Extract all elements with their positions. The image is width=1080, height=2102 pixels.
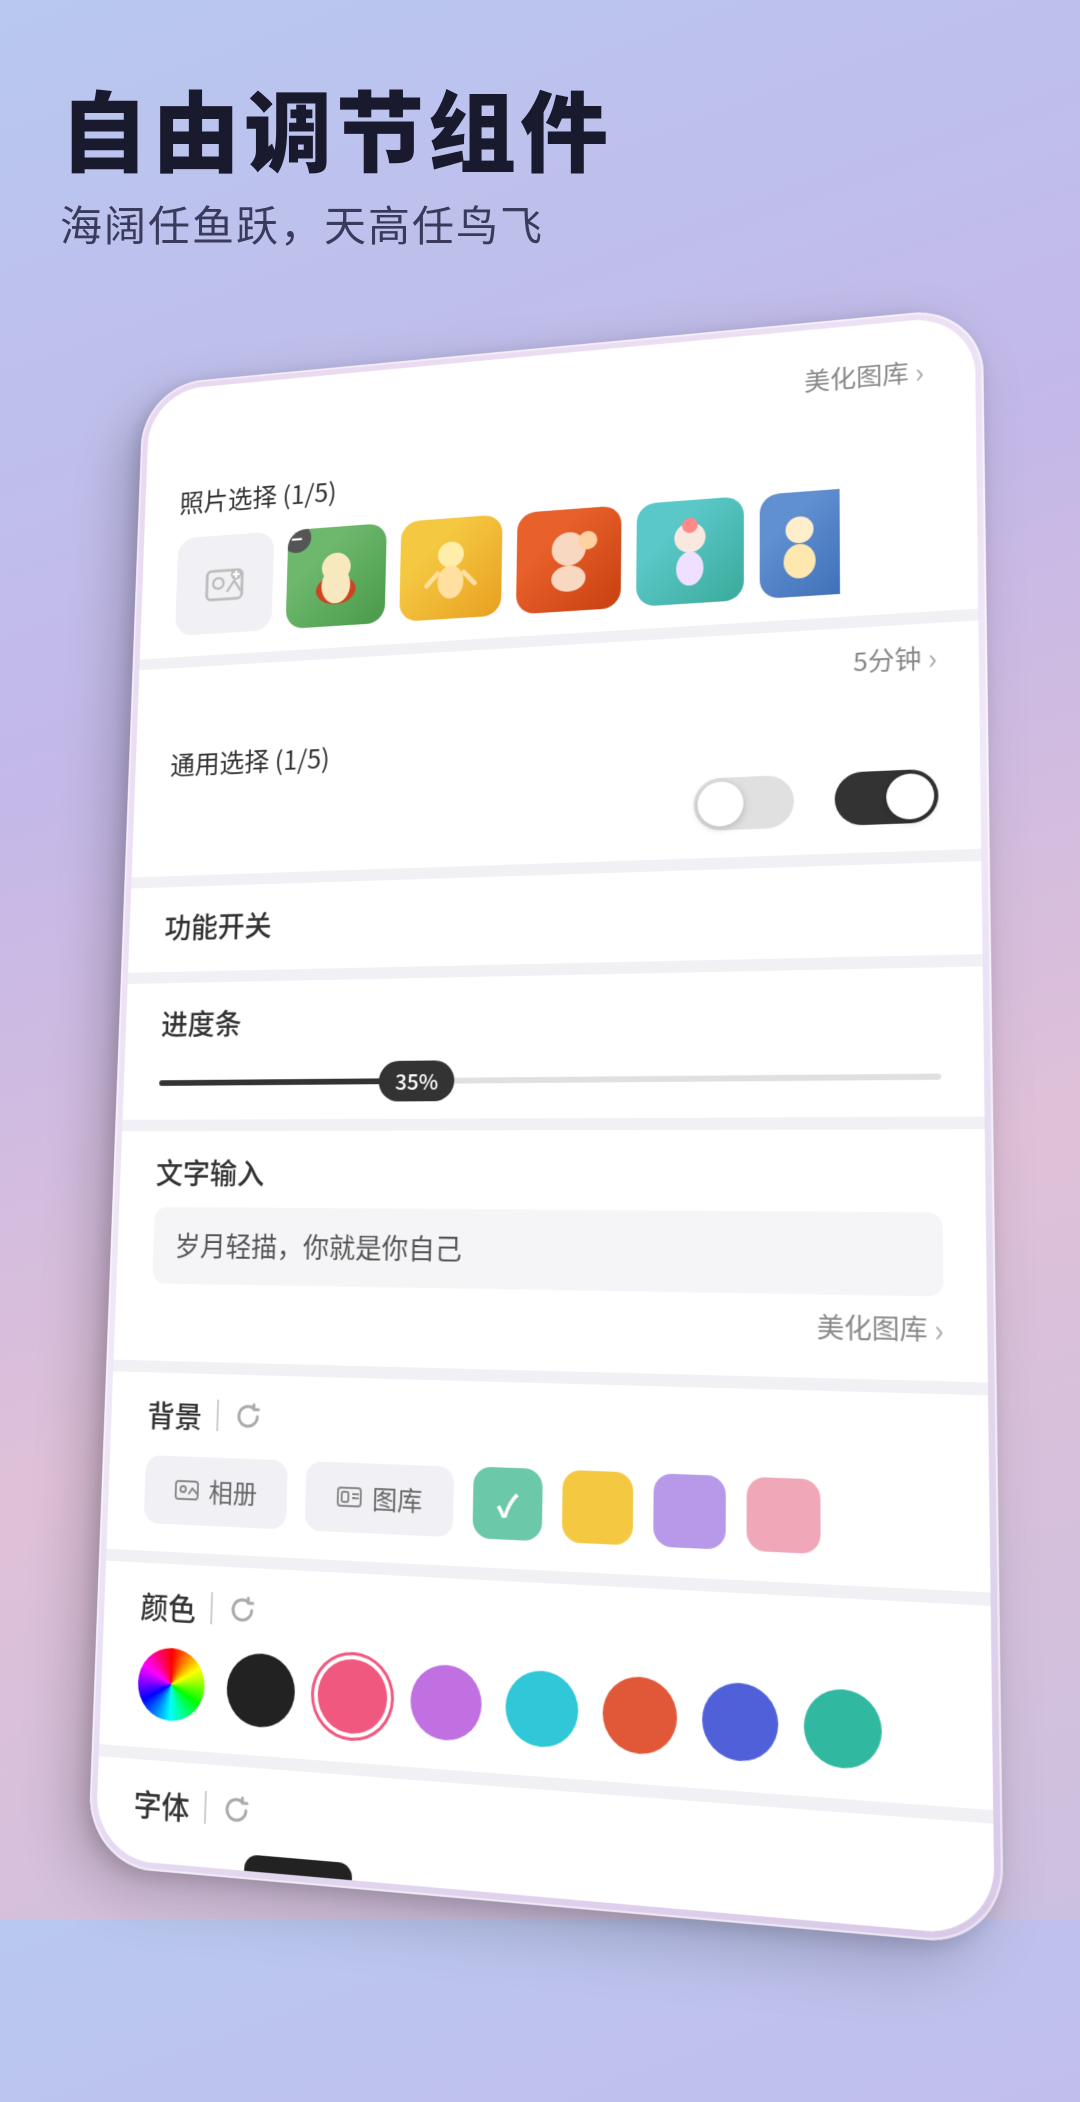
color-black[interactable] xyxy=(226,1652,296,1730)
progress-label: 进度条 xyxy=(161,988,941,1043)
font-sample-light[interactable]: font xyxy=(501,1878,604,1936)
color-blue[interactable] xyxy=(702,1681,778,1764)
color-divider xyxy=(210,1592,213,1624)
photo-thumb-4[interactable] xyxy=(636,496,744,607)
bg-title: 背景 xyxy=(147,1392,203,1437)
sub-title: 海阔任鱼跃，天高任鸟飞 xyxy=(60,193,612,254)
add-photo-icon xyxy=(202,560,247,608)
text-beauty-lib-label: 美化图库 xyxy=(817,1306,928,1347)
color-teal[interactable] xyxy=(804,1687,882,1771)
color-orange[interactable] xyxy=(602,1675,677,1757)
color-reset-icon[interactable] xyxy=(227,1593,258,1627)
progress-value: 35% xyxy=(395,1065,439,1096)
divider-line xyxy=(216,1400,219,1432)
phone-wrapper: 美化图库 照片选择 (1/5) xyxy=(83,292,1080,2102)
bg-controls: 相册 图库 ✓ xyxy=(144,1454,946,1560)
illustration-3 xyxy=(530,520,607,599)
text-input-label: 文字输入 xyxy=(155,1150,942,1196)
progress-thumb[interactable]: 35% xyxy=(379,1060,455,1101)
progress-section: 进度条 35% xyxy=(123,966,985,1120)
reset-icon[interactable] xyxy=(233,1400,264,1433)
color-cyan[interactable] xyxy=(505,1669,579,1750)
text-input-field[interactable]: 岁月轻描，你就是你自己 xyxy=(152,1207,943,1297)
color-purple[interactable] xyxy=(410,1663,482,1743)
toggle-off[interactable] xyxy=(693,775,793,832)
progress-track[interactable]: 35% xyxy=(159,1074,941,1086)
gallery-icon xyxy=(336,1482,363,1511)
font-reset-icon[interactable] xyxy=(221,1792,252,1827)
bg-section-header: 背景 xyxy=(147,1392,945,1463)
beauty-lib-link[interactable]: 美化图库 xyxy=(804,349,924,401)
text-input-section: 文字输入 岁月轻描，你就是你自己 美化图库 xyxy=(114,1129,988,1382)
photo-thumb-1[interactable]: − xyxy=(286,523,387,629)
photo-thumb-3[interactable] xyxy=(516,505,622,614)
time-label: 5分钟 xyxy=(853,639,922,679)
main-title: 自由调节组件 xyxy=(60,80,612,177)
chevron-icon xyxy=(915,349,925,391)
swatch-pink[interactable] xyxy=(747,1477,821,1554)
illustration-5 xyxy=(760,503,840,585)
illustration-4 xyxy=(651,511,729,592)
photo-thumb-2[interactable] xyxy=(399,514,502,622)
illustration-2 xyxy=(413,529,488,607)
text-beauty-lib[interactable]: 美化图库 xyxy=(150,1283,944,1351)
color-title: 颜色 xyxy=(140,1582,197,1629)
photo-thumb-5[interactable] xyxy=(760,489,840,599)
time-chevron-icon xyxy=(927,635,937,679)
color-wheel[interactable] xyxy=(137,1646,206,1723)
color-pink[interactable] xyxy=(317,1657,388,1736)
func-label: 功能开关 xyxy=(164,882,940,946)
swatch-purple[interactable] xyxy=(653,1473,726,1550)
swatch-yellow[interactable] xyxy=(562,1470,633,1546)
font-sample-script[interactable]: font xyxy=(130,1847,225,1913)
phone-screen: 美化图库 照片选择 (1/5) xyxy=(95,315,995,1937)
toggle-knob-on xyxy=(886,773,934,821)
photo-add-button[interactable] xyxy=(175,531,274,636)
font-sample-bold[interactable]: font xyxy=(242,1854,352,1925)
font-divider xyxy=(204,1791,207,1824)
text-beauty-chevron-icon xyxy=(934,1305,944,1352)
swatch-check-green: ✓ xyxy=(472,1466,542,1541)
toggle-on[interactable] xyxy=(835,768,939,826)
font-title: 字体 xyxy=(133,1779,190,1828)
font-sample-serif[interactable]: Font xyxy=(371,1865,482,1937)
album-button[interactable]: 相册 xyxy=(144,1455,288,1529)
album-label: 相册 xyxy=(208,1473,257,1512)
screen-content: 美化图库 照片选择 (1/5) xyxy=(95,315,995,1937)
gallery-label: 图库 xyxy=(372,1479,423,1519)
illustration-1 xyxy=(299,538,373,615)
phone-frame: 美化图库 照片选择 (1/5) xyxy=(87,306,1004,1947)
func-section: 功能开关 xyxy=(128,861,983,973)
album-icon xyxy=(174,1476,201,1505)
bg-section: 背景 xyxy=(107,1371,991,1592)
swatch-green[interactable]: ✓ xyxy=(472,1466,542,1541)
toggle-knob-off xyxy=(697,781,743,828)
toggle-row xyxy=(167,768,938,850)
gallery-button[interactable]: 图库 xyxy=(305,1461,454,1537)
beauty-lib-label: 美化图库 xyxy=(804,354,909,398)
header-section: 自由调节组件 海阔任鱼跃，天高任鸟飞 xyxy=(60,80,612,254)
